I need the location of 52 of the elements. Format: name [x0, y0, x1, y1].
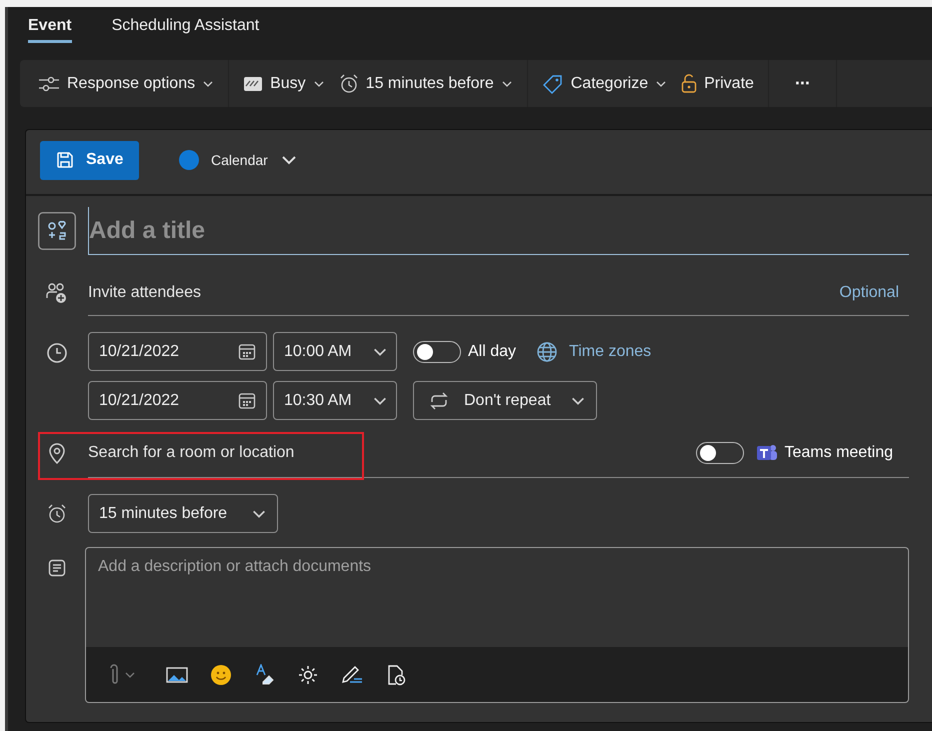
- time-dropdown[interactable]: 10:00 AM: [273, 332, 397, 371]
- toolbar-dropdown[interactable]: 15 minutes before: [332, 70, 519, 98]
- location-search-field[interactable]: Search for a room or location: [88, 444, 696, 462]
- clock-icon: [46, 342, 68, 364]
- pen-icon[interactable]: [340, 664, 364, 684]
- attendees-field[interactable]: Invite attendees: [88, 284, 840, 302]
- toggle-switch[interactable]: [413, 340, 461, 362]
- description-field[interactable]: Add a description or attach documents: [85, 547, 909, 647]
- date-picker[interactable]: 10/21/2022: [88, 332, 267, 371]
- optional-link[interactable]: Optional: [839, 284, 899, 302]
- teams-icon: [756, 442, 778, 462]
- emoji-icon[interactable]: [210, 664, 232, 686]
- location-pin-icon: [47, 442, 67, 464]
- all-day-label: All day: [468, 342, 516, 360]
- toggle-switch[interactable]: [696, 442, 744, 464]
- image-icon[interactable]: [166, 666, 188, 684]
- format-eraser-icon[interactable]: [254, 664, 276, 686]
- more-button[interactable]: ···: [776, 73, 828, 94]
- teams-meeting-label: Teams meeting: [784, 444, 893, 462]
- sliders-icon: [38, 74, 60, 92]
- calendar-dropdown[interactable]: Calendar: [173, 149, 304, 171]
- toolbar-dropdown[interactable]: Response options: [32, 70, 220, 96]
- tag-icon: [542, 74, 564, 94]
- add-people-icon: [46, 282, 68, 304]
- toolbar-dropdown[interactable]: Busy: [237, 70, 331, 96]
- busy-status-icon: [243, 76, 264, 92]
- event-icon-picker[interactable]: [38, 212, 76, 250]
- reminder-icon: [47, 504, 67, 524]
- repeat-dropdown[interactable]: Don't repeat: [413, 381, 597, 420]
- time-dropdown[interactable]: 10:30 AM: [273, 381, 397, 420]
- calendar-icon: [238, 392, 256, 410]
- tab[interactable]: Scheduling Assistant: [112, 15, 260, 43]
- date-picker[interactable]: 10/21/2022: [88, 381, 267, 420]
- title-field[interactable]: Add a title: [88, 207, 909, 255]
- save-icon: [56, 151, 74, 169]
- alarm-clock-icon: [338, 74, 359, 94]
- globe-icon: [536, 340, 558, 362]
- sun-icon[interactable]: [298, 664, 318, 684]
- repeat-icon: [428, 392, 450, 410]
- calendar-icon: [238, 342, 256, 360]
- calendar-color-dot-icon: [179, 150, 199, 170]
- reminder-dropdown[interactable]: 15 minutes before: [88, 494, 278, 533]
- paperclip-icon: [110, 664, 120, 686]
- tab[interactable]: Event: [28, 15, 72, 43]
- toolbar-button[interactable]: Private: [675, 70, 760, 98]
- toolbar-dropdown[interactable]: Categorize: [536, 70, 674, 98]
- time-zones-link[interactable]: Time zones: [536, 340, 652, 362]
- attach-dropdown[interactable]: [110, 664, 136, 686]
- save-button[interactable]: Save: [40, 140, 139, 180]
- lock-icon: [681, 74, 698, 94]
- notes-icon: [48, 559, 66, 577]
- document-icon[interactable]: [386, 664, 406, 686]
